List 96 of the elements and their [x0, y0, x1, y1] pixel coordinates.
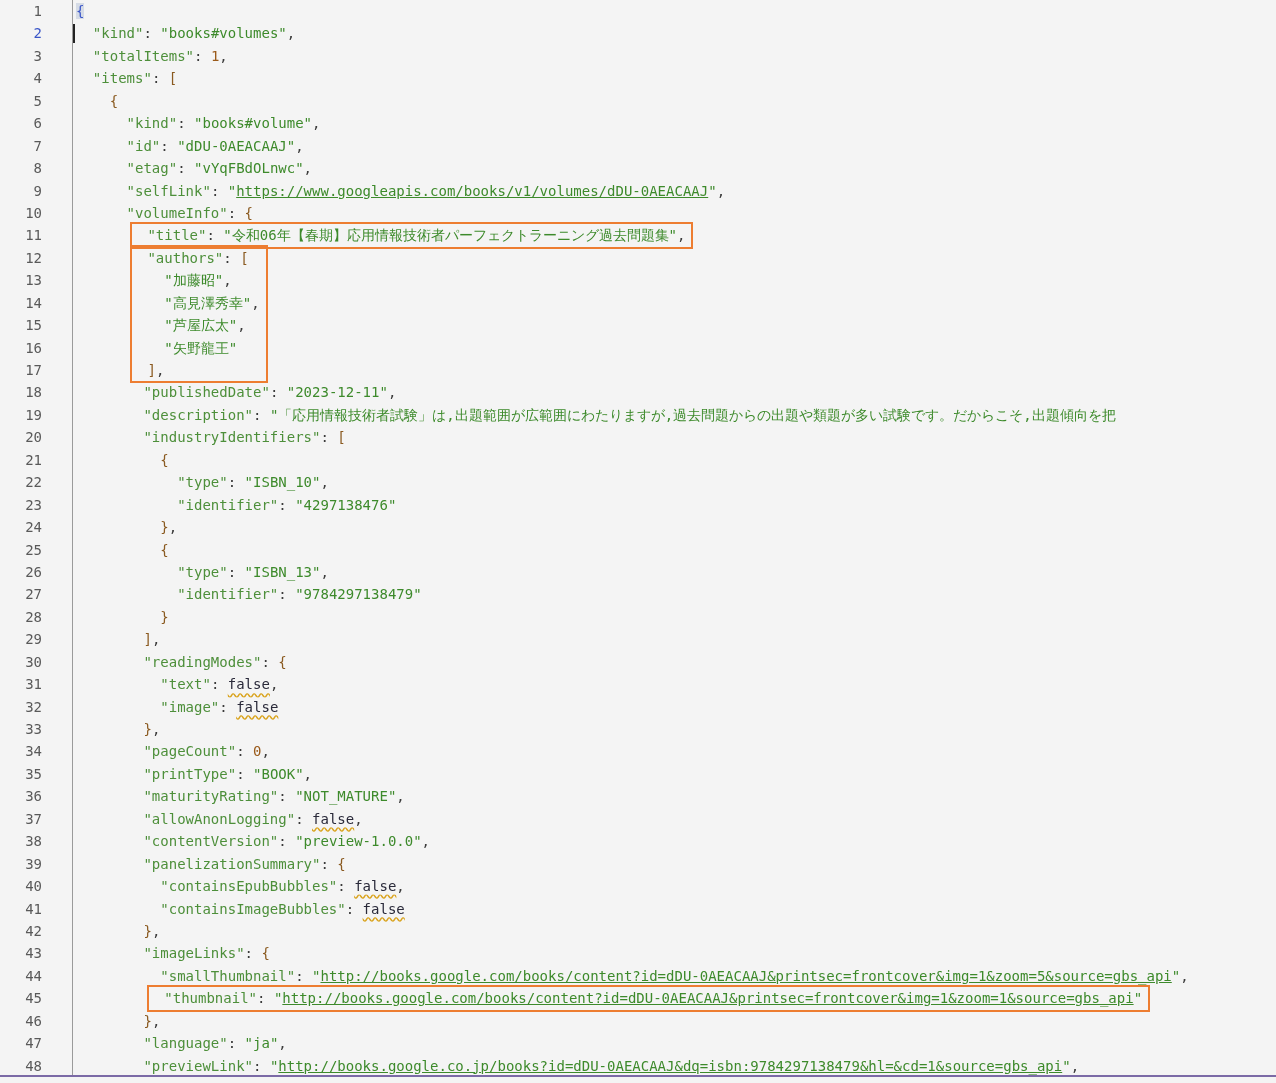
line-number: 24 [24, 518, 42, 538]
code-line: "items": [ [91, 69, 178, 89]
code-line: "etag": "vYqFBdOLnwc", [125, 159, 313, 179]
code-line: "imageLinks": { [142, 944, 270, 964]
line-number: 27 [24, 585, 42, 605]
line-number: 20 [24, 428, 42, 448]
line-number: 1 [32, 2, 42, 21]
code-line: "readingModes": { [142, 652, 287, 672]
line-number: 7 [32, 136, 42, 156]
code-line: "identifier": "9784297138479" [176, 585, 422, 605]
line-number: 25 [24, 540, 42, 560]
line-number: 40 [24, 877, 42, 897]
line-number: 23 [24, 495, 42, 515]
code-line: "thumbnail": "http://books.google.com/books/content?id=dDU-0AEACAAJ&printsec=frontcover&img=1&zoom=1&source=gbs_api" [163, 989, 1143, 1009]
line-number: 9 [32, 181, 42, 201]
code-line: ], [146, 361, 165, 380]
line-number: 10 [24, 203, 42, 223]
line-number: 6 [32, 114, 42, 134]
line-number: 13 [24, 271, 42, 291]
code-line: "id": "dDU-0AEACAAJ", [125, 136, 304, 156]
line-number: 41 [24, 899, 42, 919]
code-line: "identifier": "4297138476" [176, 495, 397, 515]
line-number: 45 [24, 989, 42, 1009]
code-line: { [108, 91, 119, 111]
code-line: { [159, 540, 169, 560]
line-number: 17 [24, 361, 42, 380]
line-number: 35 [24, 764, 42, 784]
code-line: "volumeInfo": { [125, 203, 254, 223]
line-number: 5 [32, 91, 42, 111]
code-line: "industryIdentifiers": [ [142, 428, 346, 448]
code-line: "maturityRating": "NOT_MATURE", [142, 787, 405, 807]
line-number: 42 [24, 921, 42, 941]
text-cursor [73, 24, 75, 44]
line-number: 47 [24, 1034, 42, 1054]
code-line: "smallThumbnail": "http://books.google.com/books/content?id=dDU-0AEACAAJ&printsec=frontcover&img=1&zoom=5&source=gbs_api", [159, 966, 1189, 987]
line-number: 3 [32, 46, 42, 66]
code-line: }, [142, 720, 161, 739]
line-number: 2 [32, 24, 42, 44]
code-line: }, [159, 518, 178, 538]
code-line: "type": "ISBN_13", [176, 562, 329, 583]
code-line: "矢野龍王" [163, 338, 238, 358]
code-line: "kind": "books#volume", [125, 114, 321, 134]
line-number: 14 [24, 293, 42, 313]
line-number: 19 [24, 405, 42, 425]
line-number: 31 [24, 675, 42, 695]
line-number: 37 [24, 809, 42, 829]
line-number: 33 [24, 720, 42, 739]
line-number: 26 [24, 562, 42, 582]
code-line: }, [142, 1011, 161, 1031]
code-line: "totalItems": 1, [91, 46, 228, 66]
line-number: 36 [24, 787, 42, 807]
line-number: 22 [24, 473, 42, 493]
code-line: "contentVersion": "preview-1.0.0", [142, 832, 431, 852]
code-line: "selfLink": "https://www.googleapis.com/books/v1/volumes/dDU-0AEACAAJ", [125, 181, 726, 201]
code-line: "description": "「応用情報技術者試験」は,出題範囲が広範囲にわたりますが,過去問題からの出題や類題が多い試験です。だからこそ,出題傾向を把 [142, 405, 1116, 425]
line-number: 4 [32, 69, 42, 89]
code-line: "allowAnonLogging": false, [142, 809, 363, 829]
code-line: { [159, 450, 169, 470]
code-line: "type": "ISBN_10", [176, 473, 329, 493]
line-number: 12 [24, 248, 42, 268]
code-line: "kind": "books#volumes", [91, 24, 296, 44]
line-number: 8 [32, 159, 42, 179]
line-number: 15 [24, 316, 42, 336]
line-number: 30 [24, 652, 42, 672]
code-line: "publishedDate": "2023-12-11", [142, 383, 397, 403]
code-line: } [159, 607, 169, 627]
code-line: "containsEpubBubbles": false, [159, 877, 405, 897]
code-line: "authors": [ [146, 248, 249, 268]
line-number: 34 [24, 742, 42, 762]
line-number: 16 [24, 338, 42, 358]
line-number: 21 [24, 450, 42, 470]
code-line: "pageCount": 0, [142, 742, 270, 762]
line-number: 29 [24, 630, 42, 650]
code-line: "芦屋広太", [163, 316, 246, 336]
line-number: 32 [24, 697, 42, 717]
code-line: "panelizationSummary": { [142, 854, 346, 874]
line-number: 46 [24, 1011, 42, 1031]
code-line: "title": "令和06年【春期】応用情報技術者パーフェクトラーニング過去問題集", [146, 226, 686, 246]
code-line: "language": "ja", [142, 1034, 287, 1054]
code-line: "高見澤秀幸", [163, 293, 260, 313]
code-line: "image": false [159, 697, 279, 717]
code-line: ], [142, 630, 161, 650]
code-line: "printType": "BOOK", [142, 764, 313, 784]
code-line: "text": false, [159, 675, 279, 695]
line-number: 28 [24, 607, 42, 627]
line-number: 48 [24, 1056, 42, 1076]
code-line: "加藤昭", [163, 271, 232, 291]
code-line: "containsImageBubbles": false [159, 899, 405, 919]
line-number: 43 [24, 944, 42, 964]
line-number: 39 [24, 854, 42, 874]
code-line: "previewLink": "http://books.google.co.jp/books?id=dDU-0AEACAAJ&dq=isbn:9784297138479&hl=&cd=1&source=gbs_api", [142, 1056, 1080, 1077]
code-line: }, [142, 921, 161, 941]
line-number: 44 [24, 966, 42, 986]
line-number: 18 [24, 383, 42, 403]
line-number: 38 [24, 832, 42, 852]
line-number: 11 [24, 226, 42, 246]
